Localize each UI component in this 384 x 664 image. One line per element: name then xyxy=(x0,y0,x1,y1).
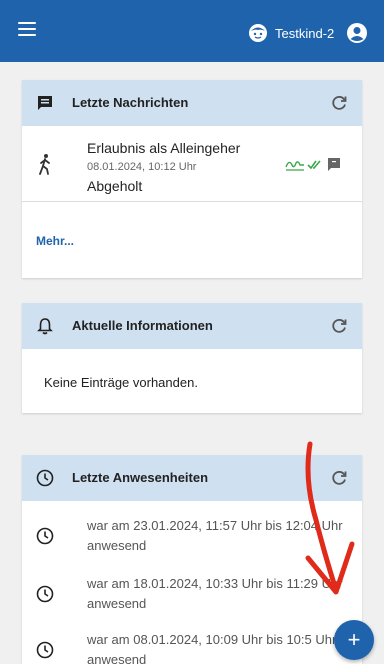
info-card: Aktuelle Informationen Keine Einträge vo… xyxy=(22,303,362,413)
app-bar: Testkind-2 xyxy=(0,0,384,62)
message-status: Abgeholt xyxy=(87,178,143,194)
double-check-icon xyxy=(307,160,321,170)
clock-icon xyxy=(36,585,54,603)
attendance-item[interactable]: war am 23.01.2024, 11:57 Uhr bis 12:04 U… xyxy=(22,513,362,561)
attendance-text: war am 23.01.2024, 11:57 Uhr bis 12:04 U… xyxy=(87,518,343,553)
attendance-text: war am 18.01.2024, 10:33 Uhr bis 11:29 U… xyxy=(87,576,343,611)
bell-icon xyxy=(37,318,53,335)
message-title: Erlaubnis als Alleingeher xyxy=(87,140,241,156)
add-button[interactable]: + xyxy=(334,620,374,660)
clock-icon xyxy=(36,527,54,545)
messages-card-header: Letzte Nachrichten xyxy=(22,80,362,126)
message-icon xyxy=(38,96,52,110)
message-item[interactable]: Erlaubnis als Alleingeher 08.01.2024, 10… xyxy=(22,126,362,202)
attendance-item[interactable]: war am 18.01.2024, 10:33 Uhr bis 11:29 U… xyxy=(22,571,362,619)
message-status-icons xyxy=(285,158,340,171)
attendance-item[interactable]: war am 08.01.2024, 10:09 Uhr bis 10:5 Uh… xyxy=(22,627,362,664)
message-date: 08.01.2024, 10:12 Uhr xyxy=(87,161,197,173)
attendance-card-title: Letzte Anwesenheiten xyxy=(72,470,209,485)
account-icon[interactable] xyxy=(346,22,368,44)
more-link[interactable]: Mehr... xyxy=(36,233,74,249)
attendance-card: Letzte Anwesenheiten war am 23.01.2024, … xyxy=(22,455,362,664)
messages-card: Letzte Nachrichten Erlaubnis als Alleing… xyxy=(22,80,362,278)
walking-person-icon xyxy=(39,154,50,175)
refresh-icon[interactable] xyxy=(330,469,348,487)
refresh-icon[interactable] xyxy=(330,317,348,335)
plus-icon: + xyxy=(347,627,361,652)
refresh-icon[interactable] xyxy=(330,94,348,112)
attendance-text: war am 08.01.2024, 10:09 Uhr bis 10:5 Uh… xyxy=(87,632,337,664)
child-face-icon[interactable] xyxy=(248,23,268,43)
child-name-label[interactable]: Testkind-2 xyxy=(275,26,334,42)
signature-icon xyxy=(285,161,304,171)
info-card-header: Aktuelle Informationen xyxy=(22,303,362,349)
clock-icon xyxy=(36,469,54,487)
clock-icon xyxy=(36,641,54,659)
menu-icon[interactable] xyxy=(18,22,36,38)
empty-state-text: Keine Einträge vorhanden. xyxy=(44,375,198,390)
messages-card-title: Letzte Nachrichten xyxy=(72,95,189,110)
attendance-card-header: Letzte Anwesenheiten xyxy=(22,455,362,501)
info-card-title: Aktuelle Informationen xyxy=(72,318,213,333)
comment-icon xyxy=(328,158,340,171)
